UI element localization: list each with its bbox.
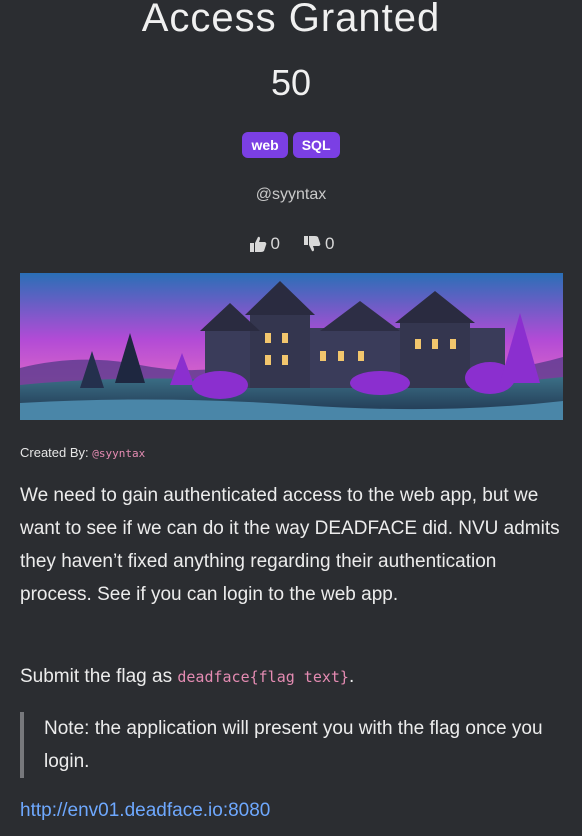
challenge-author: @syyntax xyxy=(255,186,327,203)
created-by-line: Created By: @syyntax xyxy=(20,445,145,460)
upvote-button[interactable]: 0 xyxy=(248,234,280,254)
vote-bar: 0 0 xyxy=(0,234,582,254)
flag-format-prefix: Submit the flag as xyxy=(20,666,178,687)
created-by-handle: @syyntax xyxy=(92,447,146,460)
note-text: Note: the application will present you w… xyxy=(44,718,543,772)
challenge-description: We need to gain authenticated access to … xyxy=(20,479,568,611)
thumbs-up-icon xyxy=(249,236,266,252)
downvote-count: 0 xyxy=(325,234,335,253)
challenge-banner xyxy=(20,273,563,420)
challenge-page: Access Granted 50 web SQL @syyntax 0 0 C… xyxy=(0,0,582,836)
flag-format-code: deadface{flag text} xyxy=(177,668,349,686)
haunted-mansion-illustration xyxy=(20,273,563,420)
flag-format-line: Submit the flag as deadface{flag text}. xyxy=(20,660,568,694)
tag-list: web SQL xyxy=(0,132,582,158)
challenge-points: 50 xyxy=(270,62,312,103)
flag-format-suffix: . xyxy=(348,666,355,687)
note-blockquote: Note: the application will present you w… xyxy=(20,712,560,778)
description-paragraph: We need to gain authenticated access to … xyxy=(20,485,560,605)
challenge-url-link[interactable]: http://env01.deadface.io:8080 xyxy=(20,800,270,822)
tag-sql: SQL xyxy=(292,132,340,158)
upvote-count: 0 xyxy=(270,234,280,253)
challenge-title: Access Granted xyxy=(141,0,441,40)
downvote-button[interactable]: 0 xyxy=(302,234,334,254)
thumbs-down-icon xyxy=(304,236,321,252)
tag-web: web xyxy=(242,132,288,158)
created-by-label: Created By: xyxy=(20,445,89,460)
